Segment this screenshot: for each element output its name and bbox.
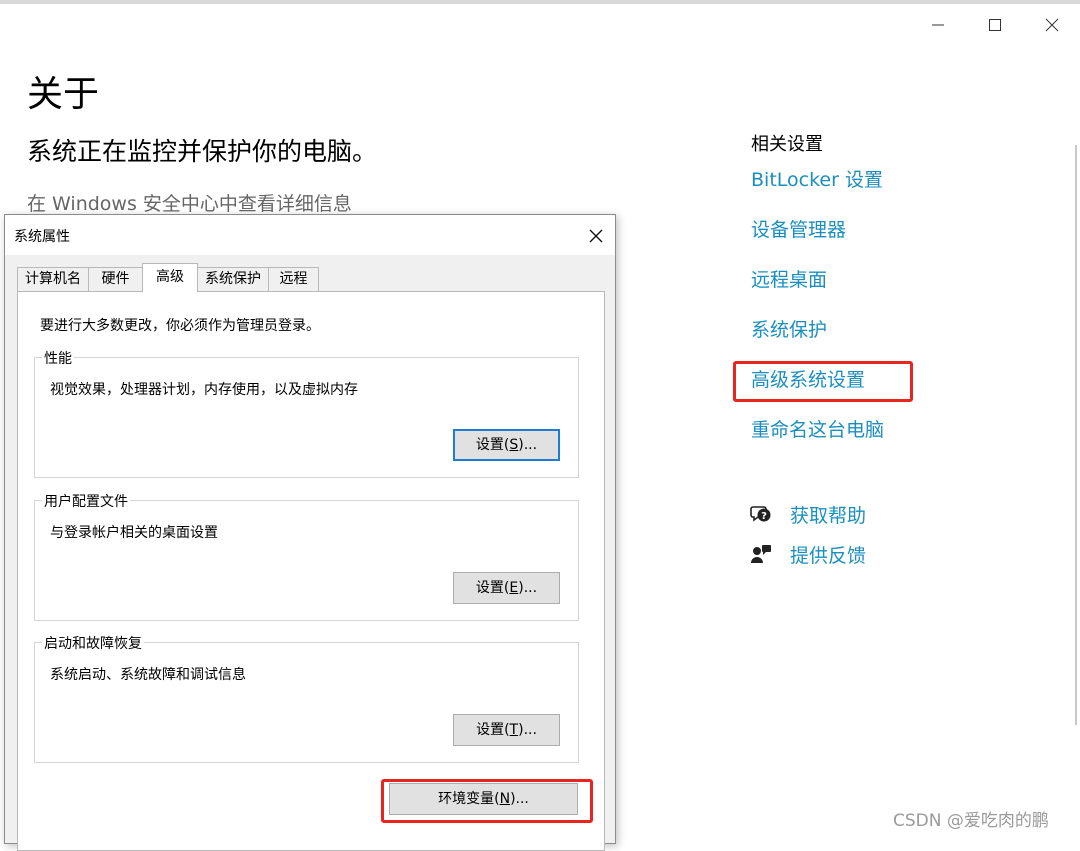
user-profiles-group-label: 用户配置文件 — [42, 491, 130, 511]
performance-group-label: 性能 — [42, 348, 74, 368]
startup-recovery-settings-button[interactable]: 设置(T)... — [453, 714, 560, 746]
performance-settings-button[interactable]: 设置(S)... — [453, 429, 560, 461]
dialog-titlebar[interactable]: 系统属性 — [5, 215, 615, 255]
page-scrollbar[interactable] — [1075, 145, 1077, 725]
minimize-button[interactable] — [923, 10, 953, 40]
tab-advanced[interactable]: 高级 — [142, 263, 198, 292]
top-border — [0, 0, 1080, 4]
close-icon — [589, 229, 603, 243]
feedback-person-icon — [750, 543, 772, 565]
tab-computer-name[interactable]: 计算机名 — [17, 267, 89, 291]
close-icon — [1045, 18, 1059, 32]
rename-pc-link[interactable]: 重命名这台电脑 — [751, 416, 884, 444]
tab-system-protection[interactable]: 系统保护 — [197, 267, 269, 291]
system-properties-dialog: 系统属性 计算机名 硬件 高级 系统保护 远程 要进行大多数更改，你必须作为管理… — [4, 214, 616, 851]
minimize-icon — [932, 24, 944, 26]
dialog-title: 系统属性 — [14, 229, 70, 245]
user-profiles-group: 用户配置文件 与登录帐户相关的桌面设置 设置(E)... — [34, 491, 579, 621]
startup-recovery-group: 启动和故障恢复 系统启动、系统故障和调试信息 设置(T)... — [34, 633, 579, 763]
svg-text:?: ? — [761, 511, 767, 522]
protection-status: 系统正在监控并保护你的电脑。 — [27, 137, 378, 166]
maximize-button[interactable] — [980, 10, 1010, 40]
bitlocker-settings-link[interactable]: BitLocker 设置 — [751, 166, 883, 194]
highlight-box-environment-variables — [381, 779, 593, 823]
give-feedback-link[interactable]: 提供反馈 — [750, 540, 866, 568]
remote-desktop-link[interactable]: 远程桌面 — [751, 266, 827, 294]
dialog-close-button[interactable] — [583, 223, 609, 249]
close-window-button[interactable] — [1037, 10, 1067, 40]
performance-group: 性能 视觉效果，处理器计划，内存使用，以及虚拟内存 设置(S)... — [34, 348, 579, 478]
page-title: 关于 — [27, 74, 100, 115]
get-help-label: 获取帮助 — [790, 504, 867, 527]
startup-recovery-description: 系统启动、系统故障和调试信息 — [50, 667, 246, 683]
maximize-icon — [989, 19, 1001, 31]
admin-note: 要进行大多数更改，你必须作为管理员登录。 — [40, 318, 320, 334]
tab-remote[interactable]: 远程 — [268, 267, 319, 291]
related-settings-heading: 相关设置 — [751, 134, 823, 155]
give-feedback-label: 提供反馈 — [790, 544, 867, 567]
performance-description: 视觉效果，处理器计划，内存使用，以及虚拟内存 — [50, 382, 358, 398]
system-protection-link[interactable]: 系统保护 — [751, 316, 827, 344]
help-chat-icon: ? — [750, 503, 772, 525]
user-profiles-settings-button[interactable]: 设置(E)... — [453, 572, 560, 604]
user-profiles-description: 与登录帐户相关的桌面设置 — [50, 525, 218, 541]
device-manager-link[interactable]: 设备管理器 — [751, 216, 846, 244]
tab-hardware[interactable]: 硬件 — [88, 267, 143, 291]
watermark: CSDN @爱吃肉的鹏 — [893, 811, 1049, 831]
highlight-box-advanced-settings — [733, 361, 913, 402]
startup-recovery-group-label: 启动和故障恢复 — [42, 633, 144, 653]
get-help-link[interactable]: ? 获取帮助 — [750, 500, 866, 528]
